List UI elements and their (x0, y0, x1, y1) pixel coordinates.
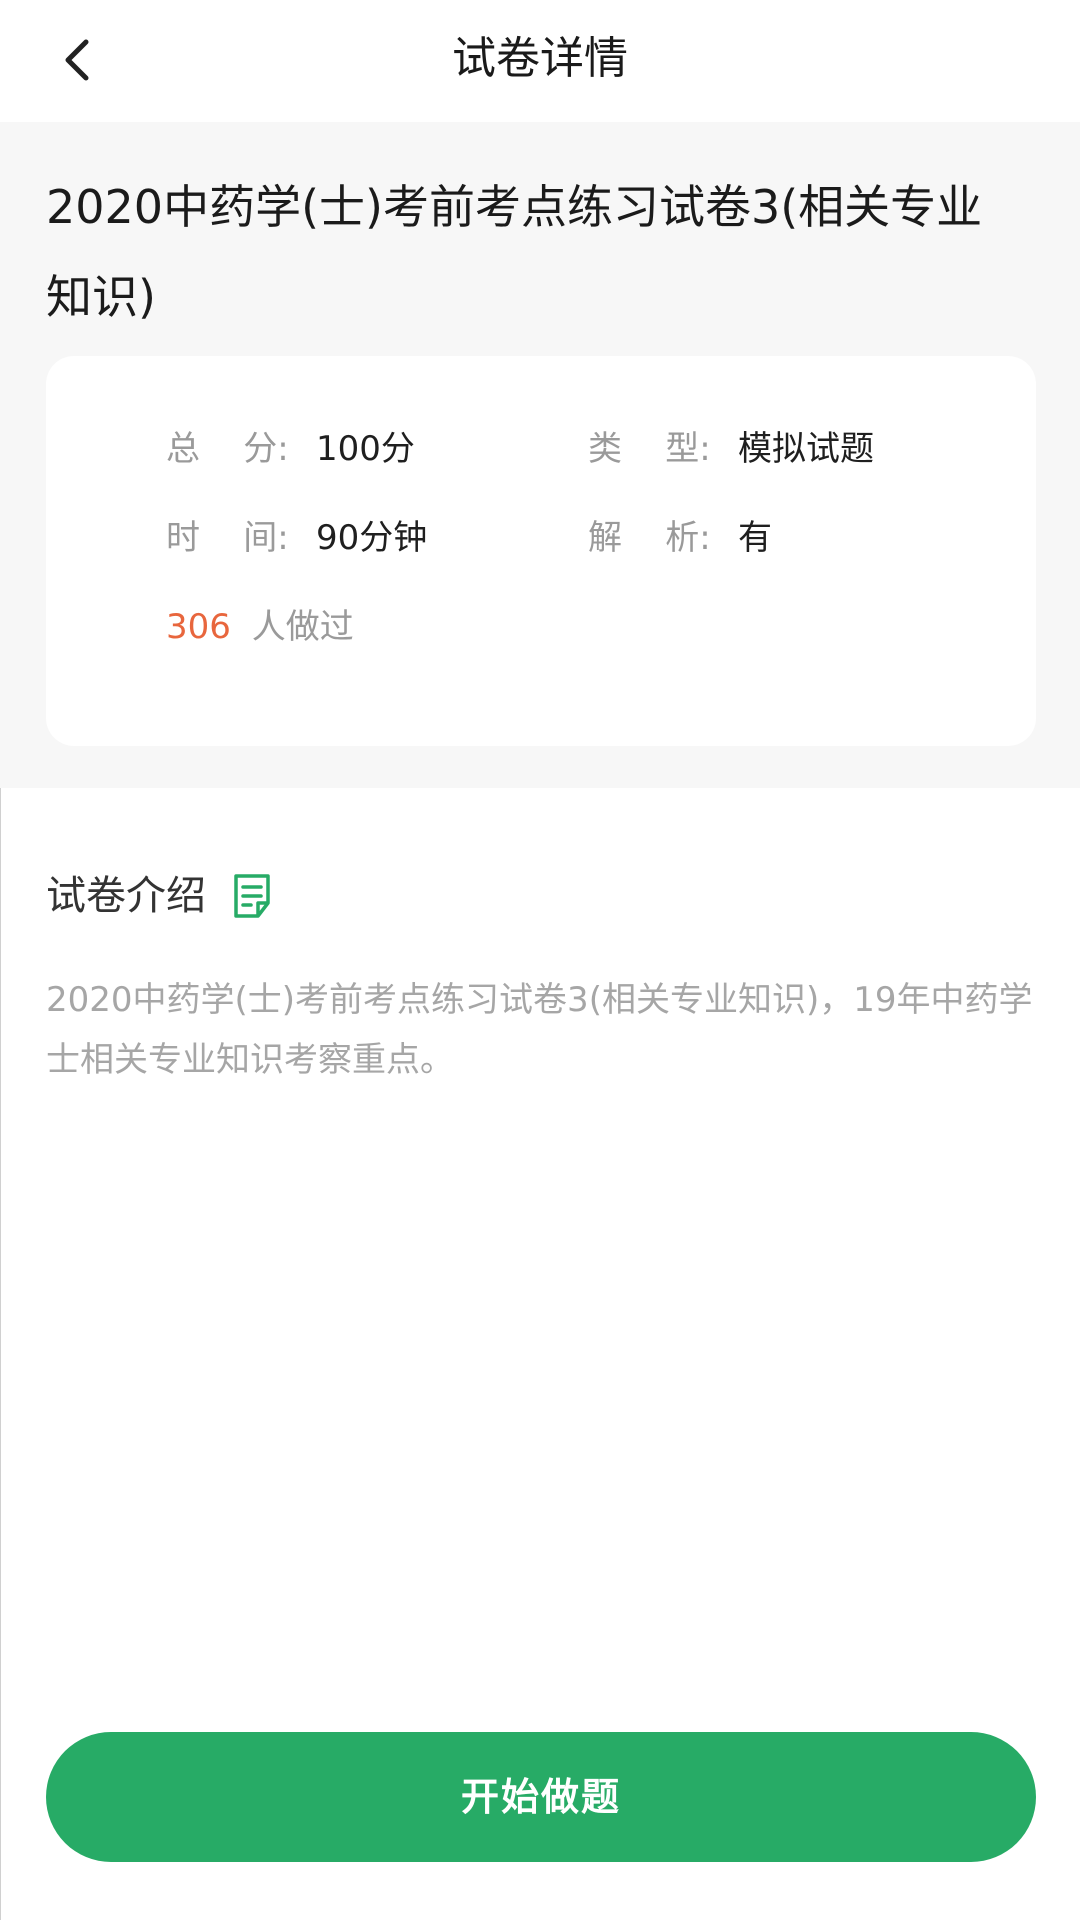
top-bar: 试卷详情 (0, 0, 1080, 122)
score-label: 总 分: (166, 429, 289, 469)
analysis-label: 解 析: (588, 518, 711, 558)
score-value: 100分 (316, 429, 415, 469)
time-label: 时 间: (166, 518, 289, 558)
intro-title: 试卷介绍 (46, 873, 206, 919)
time-value: 90分钟 (316, 518, 428, 558)
type-value: 模拟试题 (738, 429, 874, 469)
intro-text: 2020中药学(士)考前考点练习试卷3(相关专业知识)，19年中药学士相关专业知… (46, 980, 1033, 1080)
intro-header: 试卷介绍 (46, 866, 274, 926)
score-row: 总 分: 100分 (166, 424, 415, 474)
done-count-row: 306 人做过 (166, 602, 354, 652)
done-count-text: 人做过 (251, 607, 354, 647)
analysis-row: 解 析: 有 (588, 513, 772, 563)
exam-info-card: 总 分: 100分 类 型: 模拟试题 时 间: 90分钟 解 析: 有 306 人做过 (46, 356, 1036, 746)
page-title: 试卷详情 (452, 33, 628, 84)
analysis-value: 有 (738, 518, 772, 558)
time-row: 时 间: 90分钟 (166, 513, 427, 563)
exam-summary-section: 2020中药学(士)考前考点练习试卷3(相关专业知识) 总 分: 100分 类 型… (0, 122, 1080, 788)
exam-detail-page: 试卷详情 2020中药学(士)考前考点练习试卷3(相关专业知识) 总 分: 100… (0, 0, 1080, 1920)
document-icon (232, 873, 274, 919)
start-exam-button[interactable]: 开始做题 (46, 1732, 1036, 1862)
done-count: 306 (166, 607, 231, 647)
type-label: 类 型: (588, 429, 711, 469)
type-row: 类 型: 模拟试题 (588, 424, 874, 474)
exam-title: 2020中药学(士)考前考点练习试卷3(相关专业知识) (46, 180, 983, 324)
